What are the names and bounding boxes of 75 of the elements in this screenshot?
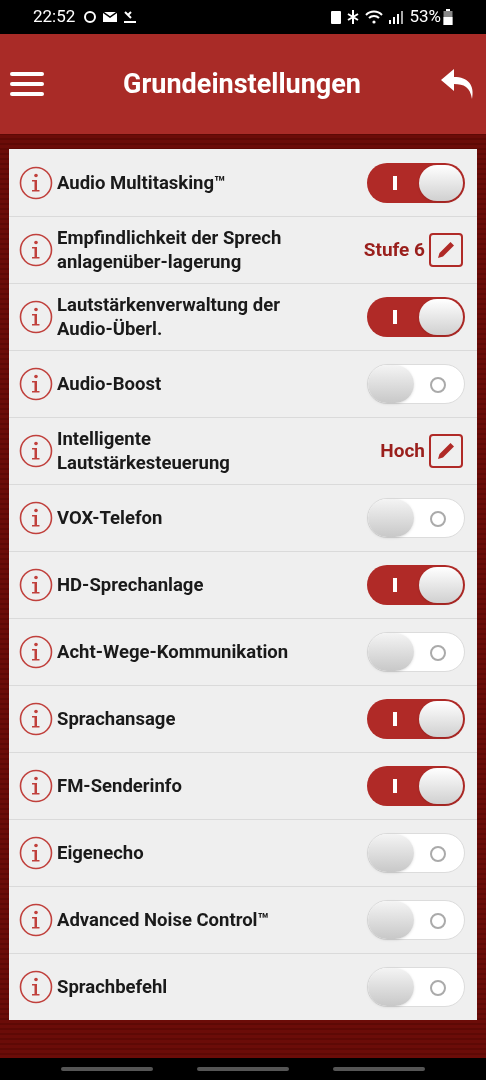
toggle-switch[interactable]	[367, 297, 465, 337]
menu-icon[interactable]	[10, 71, 44, 97]
setting-label: VOX-Telefon	[57, 506, 164, 530]
nav-handle[interactable]	[61, 1067, 153, 1071]
setting-label: FM-Senderinfo	[57, 774, 183, 798]
mail-icon	[103, 11, 118, 23]
status-time: 22:52	[33, 5, 76, 29]
toggle-switch[interactable]	[367, 833, 465, 873]
setting-label: HD-Sprechanlage	[57, 573, 205, 597]
nav-handle[interactable]	[333, 1067, 425, 1071]
setting-value: Stufe 6	[363, 236, 425, 263]
toggle-knob	[419, 701, 463, 737]
setting-label: Audio-Boost	[57, 372, 163, 396]
info-icon[interactable]	[19, 635, 53, 669]
info-icon[interactable]	[19, 165, 53, 200]
toggle-switch[interactable]	[367, 565, 465, 605]
off-mark-icon	[430, 846, 446, 862]
off-mark-icon	[430, 645, 446, 661]
toggle-knob	[419, 768, 463, 804]
nav-handle[interactable]	[197, 1067, 289, 1071]
screen-title: Grundeinstellungen	[123, 66, 361, 102]
off-mark-icon	[430, 913, 446, 929]
toggle-switch[interactable]	[367, 699, 465, 739]
bluetooth-icon	[347, 10, 360, 24]
info-icon[interactable]	[19, 233, 53, 267]
setting-label: Sprachansage	[57, 707, 177, 731]
toggle-knob	[368, 633, 414, 671]
info-icon[interactable]	[19, 434, 53, 468]
off-mark-icon	[430, 511, 446, 527]
info-icon[interactable]	[19, 300, 53, 334]
toggle-knob	[368, 365, 414, 403]
toggle-switch[interactable]	[367, 900, 465, 940]
signal-icon	[389, 10, 406, 24]
info-icon[interactable]	[19, 836, 53, 870]
setting-label: Empfindlichkeit der Sprech anlagenüber-lagerung	[57, 226, 283, 274]
toggle-switch[interactable]	[367, 967, 465, 1007]
info-icon[interactable]	[19, 970, 53, 1004]
on-mark-icon	[393, 712, 397, 726]
on-mark-icon	[393, 578, 397, 592]
toggle-knob	[368, 901, 414, 939]
info-icon[interactable]	[19, 702, 53, 736]
toggle-knob	[368, 499, 414, 537]
info-icon[interactable]	[19, 903, 53, 937]
setting-value: Hoch	[380, 437, 425, 464]
info-icon[interactable]	[19, 367, 53, 401]
setting-label: Eigenecho	[57, 841, 145, 865]
toggle-switch[interactable]	[367, 766, 465, 806]
toggle-knob	[368, 834, 414, 872]
edit-icon[interactable]	[429, 434, 463, 468]
setting-label: Lautstärkenverwaltung der Audio-Überl.	[57, 293, 281, 341]
setting-label: Intelligente Lautstärkesteuerung	[57, 427, 231, 475]
edit-icon[interactable]	[429, 233, 463, 267]
on-mark-icon	[393, 175, 397, 190]
setting-label: Advanced Noise Control™	[57, 908, 271, 932]
toggle-knob	[419, 567, 463, 603]
toggle-knob	[368, 968, 414, 1006]
setting-label: Acht-Wege-Kommunikation	[57, 640, 290, 664]
toggle-switch[interactable]	[367, 162, 465, 203]
wifi-icon	[365, 10, 384, 24]
info-icon[interactable]	[19, 568, 53, 602]
toggle-switch[interactable]	[367, 498, 465, 538]
battery-icon	[443, 9, 453, 25]
toggle-switch[interactable]	[367, 632, 465, 672]
setting-label: Audio Multitasking™	[57, 170, 227, 195]
battery-percent: 53%	[409, 5, 441, 29]
toggle-knob	[419, 164, 463, 201]
on-mark-icon	[393, 779, 397, 793]
info-icon[interactable]	[19, 769, 53, 803]
info-icon[interactable]	[19, 501, 53, 535]
toggle-switch[interactable]	[367, 364, 465, 404]
on-mark-icon	[393, 310, 397, 324]
off-mark-icon	[430, 377, 446, 393]
off-mark-icon	[430, 980, 446, 996]
toggle-knob	[419, 299, 463, 335]
setting-label: Sprachbefehl	[57, 975, 169, 999]
